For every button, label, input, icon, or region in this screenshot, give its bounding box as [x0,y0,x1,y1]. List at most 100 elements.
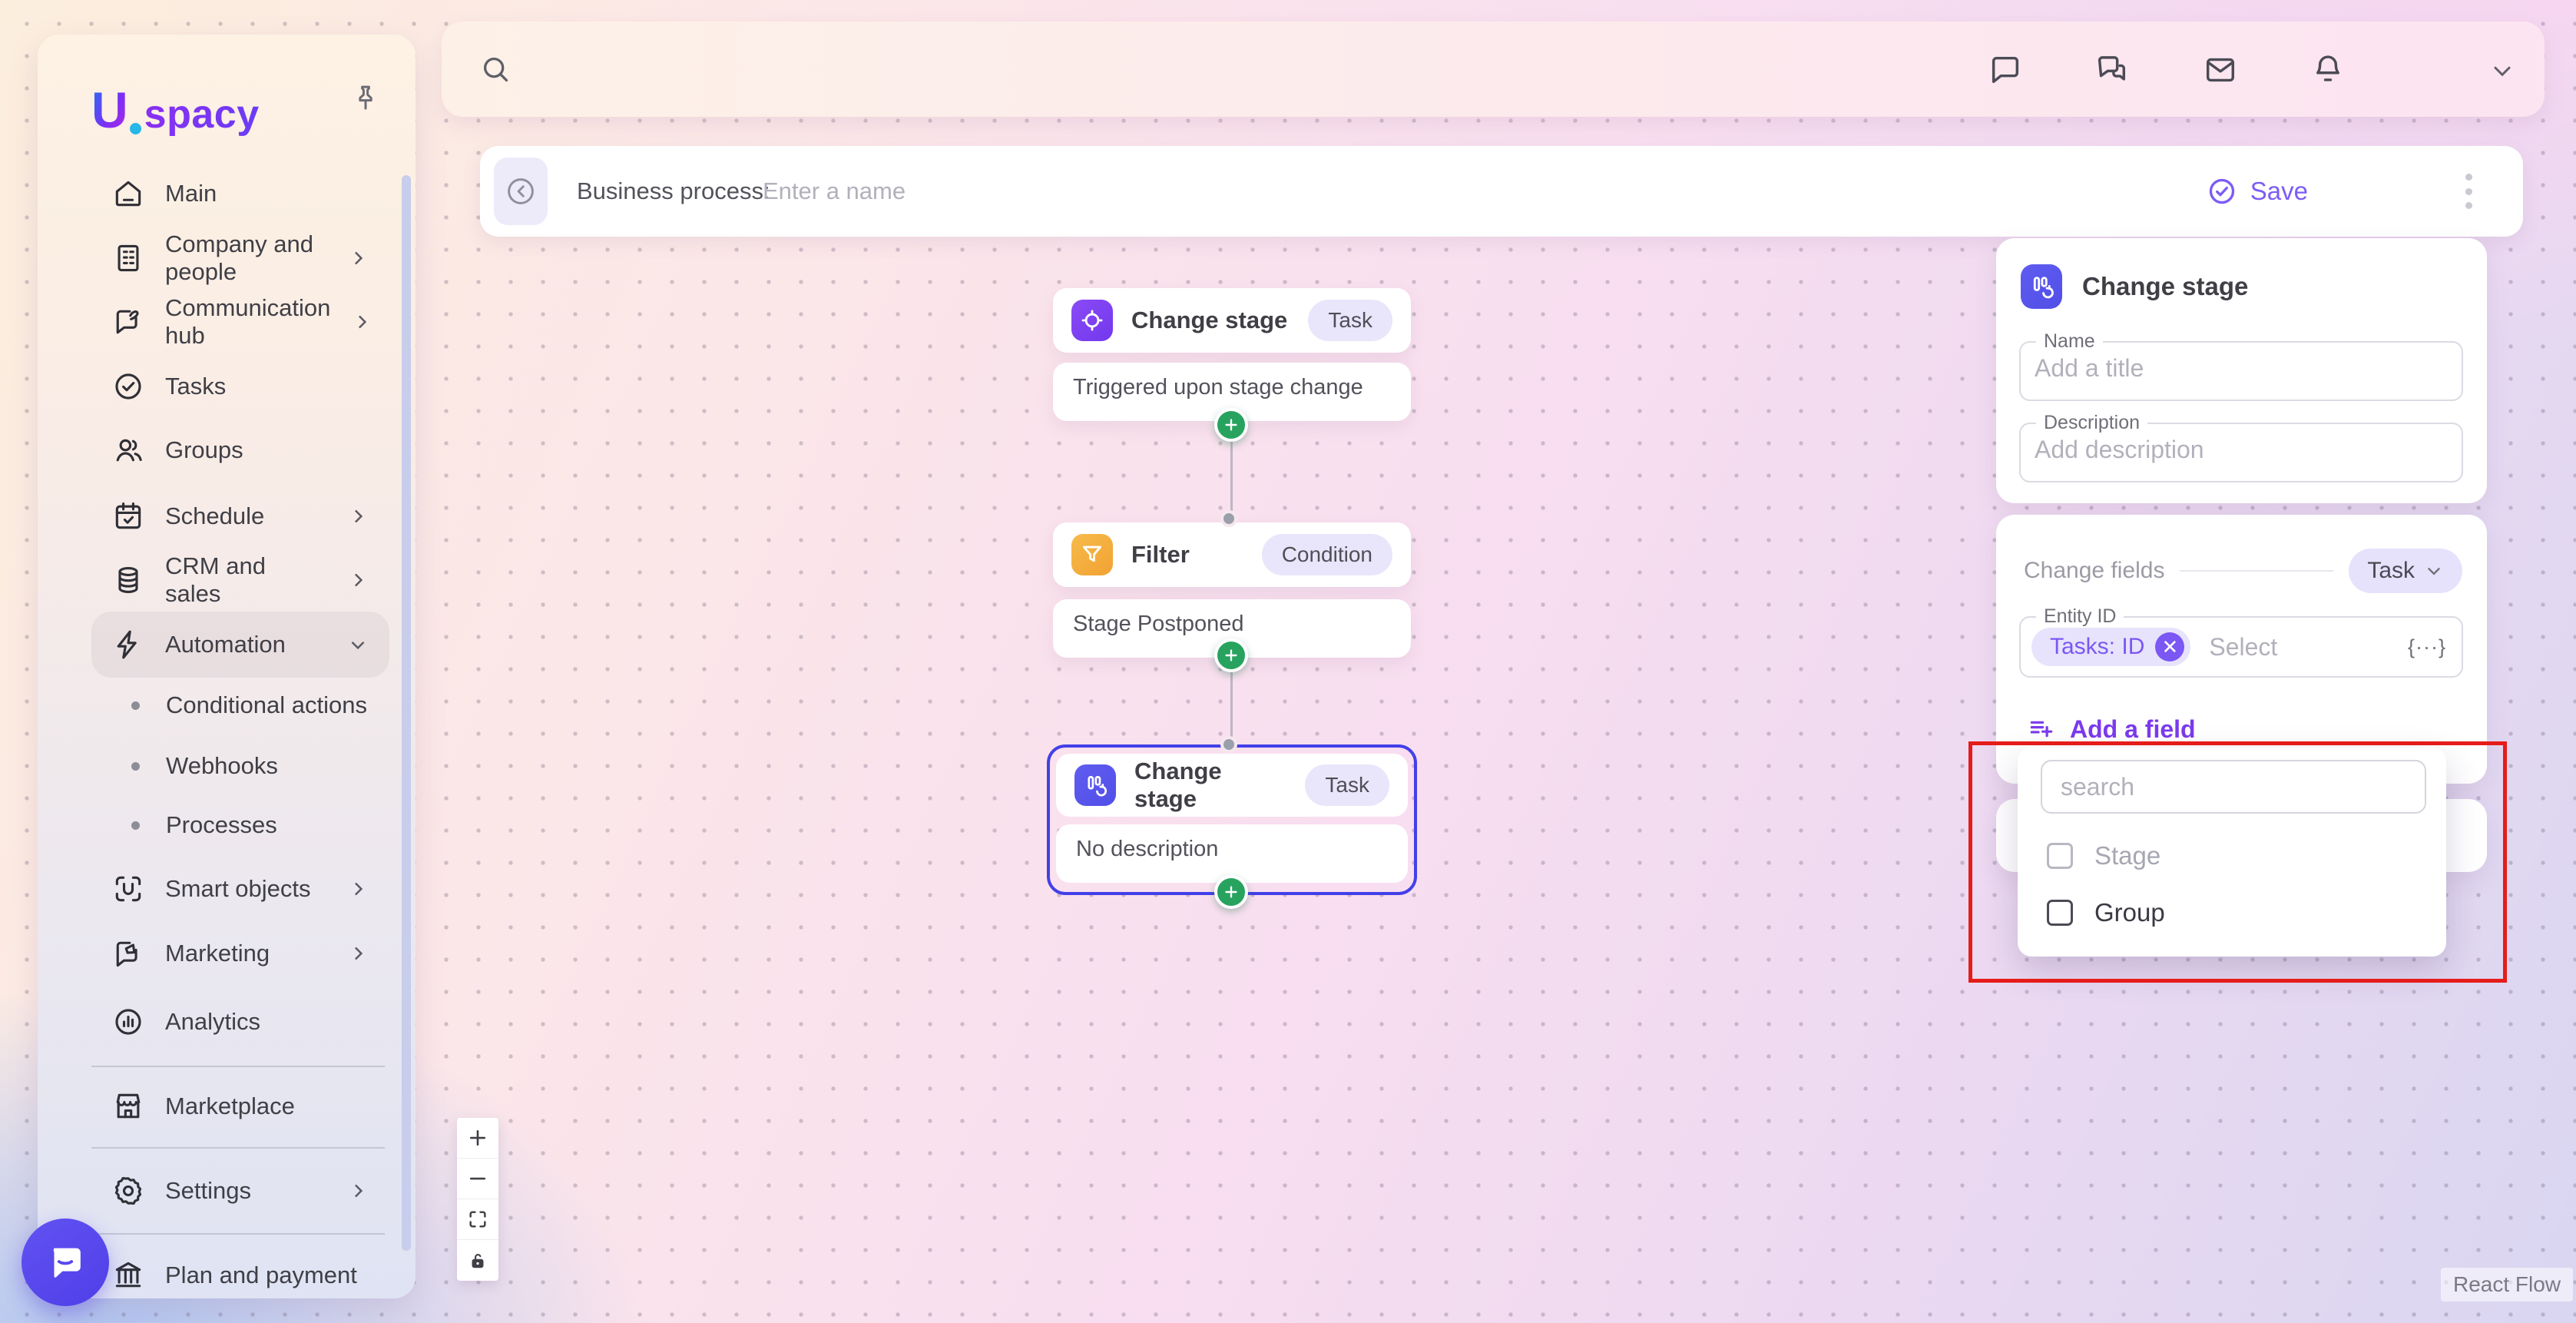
sidebar-item-communication-hub[interactable]: Communication hub [91,291,389,353]
node3-add-step-button[interactable] [1214,875,1248,909]
chevron-down-icon [2424,561,2444,581]
name-field[interactable]: Name [2019,330,2463,401]
entity-id-chip: Tasks: ID ✕ [2031,628,2190,666]
remove-chip-button[interactable]: ✕ [2155,632,2184,662]
option-stage[interactable]: Stage [2047,827,2431,884]
node-type-badge: Condition [1262,534,1392,575]
description-field-label: Description [2036,412,2147,434]
chevron-right-icon [346,569,369,592]
sidebar-divider [91,1066,385,1067]
chats-icon [2094,52,2129,88]
sidebar-item-company-and-people[interactable]: Company and people [91,227,389,289]
entity-id-field[interactable]: Entity ID Tasks: ID ✕ Select {···} [2019,605,2463,678]
description-field[interactable]: Description [2019,412,2463,482]
node2-target-handle[interactable] [1220,510,1237,527]
sidebar-item-groups[interactable]: Groups [91,419,389,481]
support-chat-button[interactable] [22,1219,109,1306]
sidebar-item-automation[interactable]: Automation [91,612,389,678]
sidebar-item-processes[interactable]: Processes [111,796,389,854]
communication-icon [111,305,145,339]
zoom-in-button[interactable] [457,1118,498,1159]
sidebar-item-label: Marketplace [165,1093,295,1120]
sidebar-item-webhooks[interactable]: Webhooks [111,737,389,795]
option-label: Stage [2094,841,2160,870]
chats-button[interactable] [2094,52,2129,88]
chevron-right-icon [346,942,369,965]
arrow-left-circle-icon [504,174,538,208]
entity-id-label: Entity ID [2036,605,2124,628]
bell-icon [2310,51,2346,86]
node3-target-handle[interactable] [1220,736,1237,753]
search-button[interactable] [478,52,512,86]
add-field-button[interactable]: Add a field [2027,715,2196,744]
sidebar-item-plan-and-payment[interactable]: Plan and payment [91,1245,389,1306]
company-icon [111,241,145,275]
logo-mark: U [91,81,128,139]
more-options-button[interactable] [2465,174,2472,209]
sidebar-item-settings[interactable]: Settings [91,1160,389,1222]
chip-label: Tasks: ID [2050,634,2144,660]
node3-header-card[interactable]: Change stage Task [1056,754,1408,817]
minus-icon [466,1167,489,1190]
sidebar-item-label: Tasks [165,373,226,400]
pin-sidebar-button[interactable] [349,82,382,114]
stage-change-icon [1074,764,1116,806]
mail-button[interactable] [2203,52,2238,88]
name-input[interactable] [2021,353,2426,390]
process-name-input[interactable] [763,171,1454,212]
sidebar-item-label: Processes [166,811,277,839]
variables-icon[interactable]: {···} [2408,635,2446,659]
list-plus-icon [2027,715,2056,744]
checkbox-icon[interactable] [2047,900,2073,926]
change-fields-card: Change fields Task Entity ID Tasks: ID ✕… [1996,515,2487,784]
sidebar-item-label: Automation [165,631,286,658]
profile-menu-button[interactable] [2488,57,2516,85]
dropdown-search-input[interactable] [2041,760,2426,814]
sidebar-item-label: Schedule [165,502,264,530]
comment-button[interactable] [1988,52,2023,88]
name-field-label: Name [2036,330,2103,353]
sidebar-item-marketplace[interactable]: Marketplace [91,1076,389,1137]
fit-view-button[interactable] [457,1199,498,1240]
notifications-button[interactable] [2310,51,2346,86]
sidebar-item-schedule[interactable]: Schedule [91,486,389,547]
schedule-icon [111,499,145,533]
sidebar-item-smart-objects[interactable]: Smart objects [91,858,389,920]
sidebar-item-conditional-actions[interactable]: Conditional actions [111,676,389,734]
automation-icon [111,628,145,662]
entity-type-select[interactable]: Task [2349,549,2462,593]
field-select-dropdown: Stage Group [2018,748,2446,957]
lock-button[interactable] [457,1240,498,1281]
marketing-icon [111,937,145,970]
checkbox-icon[interactable] [2047,843,2073,869]
save-button[interactable]: Save [2206,146,2308,237]
sidebar-item-label: Analytics [165,1008,260,1036]
node-title: Change stage [1134,758,1286,813]
home-icon [111,177,145,211]
node2-header-card[interactable]: Filter Condition [1053,522,1411,587]
sidebar-item-main[interactable]: Main [91,163,389,224]
option-group[interactable]: Group [2047,884,2431,941]
entity-type-value: Task [2367,558,2415,584]
chevron-right-icon [346,505,369,528]
node1-header-card[interactable]: Change stage Task [1053,288,1411,353]
sidebar-item-label: Settings [165,1177,251,1205]
target-icon [1071,300,1113,341]
sidebar-item-crm-and-sales[interactable]: CRM and sales [91,549,389,611]
analytics-icon [111,1005,145,1039]
description-input[interactable] [2021,434,2426,472]
react-flow-attribution[interactable]: React Flow [2441,1268,2573,1301]
logo-dot-icon [130,123,141,134]
node3-description-card[interactable]: No description [1056,824,1408,883]
sidebar-item-analytics[interactable]: Analytics [91,991,389,1053]
node2-add-step-button[interactable] [1214,638,1248,672]
sidebar-item-marketing[interactable]: Marketing [91,923,389,984]
sidebar-scrollbar[interactable] [402,175,411,1251]
uspacy-logo[interactable]: Uspacy [91,81,260,139]
back-button[interactable] [494,158,548,225]
sidebar-item-tasks[interactable]: Tasks [91,356,389,417]
zoom-out-button[interactable] [457,1159,498,1199]
node-type-badge: Task [1305,764,1389,806]
node1-add-step-button[interactable] [1214,408,1248,442]
sidebar-item-label: Plan and payment [165,1262,357,1289]
